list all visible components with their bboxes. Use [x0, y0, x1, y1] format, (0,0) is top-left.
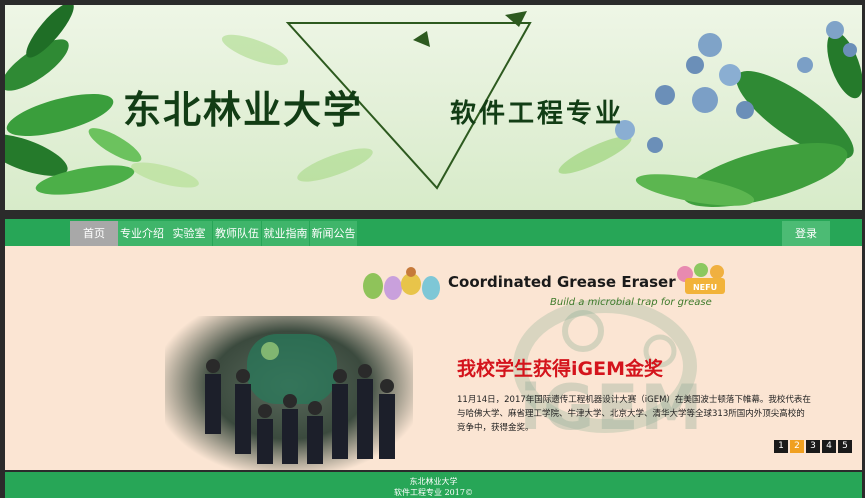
nav-item-employment[interactable]: 就业指南 [262, 221, 309, 246]
nefu-badge-icon: NEFU [677, 263, 725, 294]
nav-item-news[interactable]: 新闻公告 [310, 221, 357, 246]
login-button[interactable]: 登录 [782, 221, 830, 246]
university-title: 东北林业大学 [123, 87, 364, 132]
pager-button-3[interactable]: 3 [806, 440, 820, 453]
pager-button-4[interactable]: 4 [822, 440, 836, 453]
nav-item-intro[interactable]: 专业介绍 [118, 221, 166, 246]
news-headline[interactable]: 我校学生获得iGEM金奖 [457, 354, 663, 381]
nav-item-teachers[interactable]: 教师队伍 [213, 221, 261, 246]
pager-button-1[interactable]: 1 [774, 440, 788, 453]
news-body: 11月14日，2017年国际遗传工程机器设计大赛（iGEM）在美国波士顿落下帷幕… [457, 395, 811, 433]
logo-title: Coordinated Grease Eraser [448, 273, 676, 291]
page-footer: 东北林业大学 软件工程专业 2017© [5, 472, 862, 498]
microbe-logo-icon [363, 267, 440, 300]
header-banner: 东北林业大学 软件工程专业 [5, 5, 862, 210]
news-slider: iGEM Coordinated Grease Eraser NEFU Buil… [5, 246, 862, 470]
logo-subtitle: Build a microbial trap for grease [550, 297, 712, 308]
team-photo-figures [205, 334, 395, 464]
footer-copyright: 软件工程专业 2017© [394, 488, 473, 497]
main-nav: 首页 专业介绍 实验室 教师队伍 就业指南 新闻公告 登录 [5, 219, 862, 246]
slide-pager: 1 2 3 4 5 [774, 440, 852, 453]
pager-button-2[interactable]: 2 [790, 440, 804, 453]
major-title: 软件工程专业 [450, 99, 625, 129]
nav-item-home[interactable]: 首页 [70, 221, 118, 246]
team-photo[interactable] [165, 316, 413, 470]
footer-university: 东北林业大学 [409, 477, 458, 486]
pager-button-5[interactable]: 5 [838, 440, 852, 453]
nav-item-lab[interactable]: 实验室 [166, 221, 212, 246]
nefu-badge-text: NEFU [693, 283, 717, 292]
